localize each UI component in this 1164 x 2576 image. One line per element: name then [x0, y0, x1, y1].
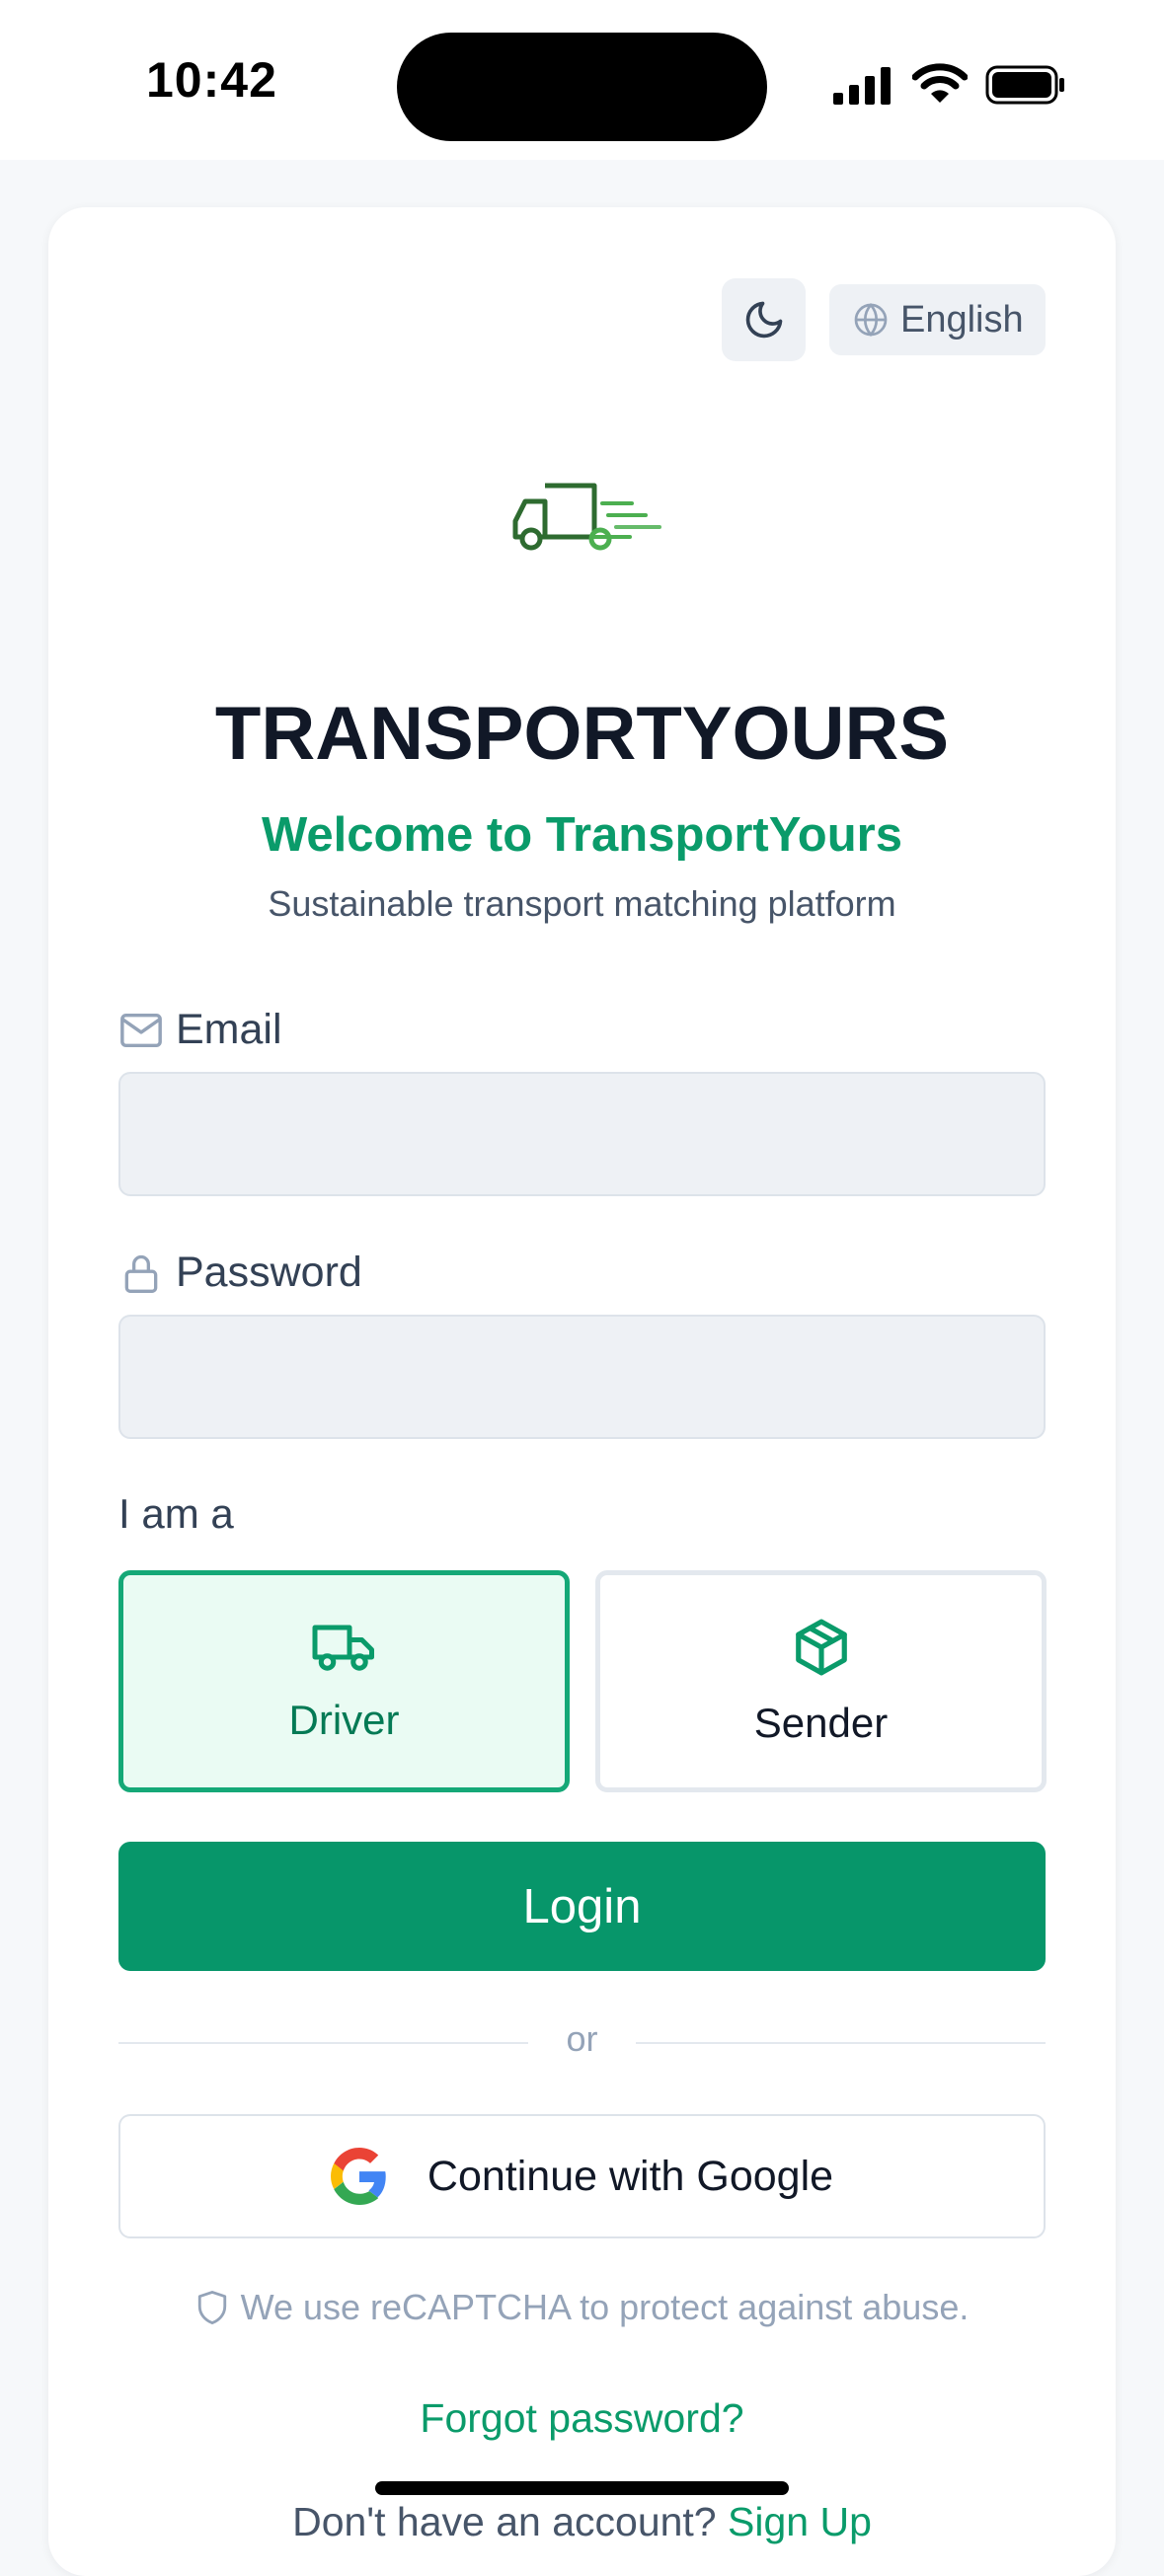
globe-icon — [854, 302, 888, 338]
welcome-heading: Welcome to TransportYours — [262, 808, 902, 862]
email-label-text: Email — [176, 1006, 282, 1053]
theme-toggle-button[interactable] — [722, 278, 806, 361]
email-label: Email — [118, 1006, 282, 1054]
dynamic-island — [397, 33, 767, 141]
password-input[interactable] — [118, 1315, 1046, 1439]
mail-icon — [120, 1013, 162, 1047]
forgot-password-link[interactable]: Forgot password? — [0, 2395, 1164, 2442]
google-signin-label: Continue with Google — [427, 2152, 834, 2200]
battery-icon — [985, 65, 1064, 105]
divider-or: or — [566, 2018, 598, 2059]
login-button[interactable]: Login — [118, 1842, 1046, 1971]
recaptcha-text: We use reCAPTCHA to protect against abus… — [240, 2287, 970, 2327]
tagline: Sustainable transport matching platform — [268, 883, 896, 924]
role-driver-option[interactable]: Driver — [118, 1570, 570, 1792]
divider-right — [636, 2042, 1046, 2044]
cellular-signal-icon — [833, 67, 891, 105]
home-indicator — [375, 2481, 789, 2495]
status-time: 10:42 — [146, 52, 277, 108]
role-sender-label: Sender — [753, 1699, 889, 1746]
password-label-text: Password — [176, 1249, 362, 1296]
role-sender-option[interactable]: Sender — [595, 1570, 1047, 1792]
role-label: I am a — [118, 1490, 234, 1537]
truck-icon — [312, 1625, 374, 1671]
divider-left — [118, 2042, 528, 2044]
brand-name: TRANSPORTYOURS — [214, 692, 950, 776]
language-label: English — [900, 298, 1024, 341]
wifi-icon — [912, 63, 968, 103]
password-label: Password — [118, 1249, 362, 1297]
google-signin-button[interactable]: Continue with Google — [118, 2114, 1046, 2238]
recaptcha-note: We use reCAPTCHA to protect against abus… — [0, 2287, 1164, 2328]
package-icon — [795, 1619, 847, 1675]
moon-icon — [745, 301, 782, 339]
shield-icon — [197, 2291, 226, 2324]
google-logo-icon — [330, 2148, 386, 2205]
signup-link[interactable]: Sign Up — [728, 2499, 872, 2544]
status-bar: 10:42 — [0, 0, 1164, 160]
email-input[interactable] — [118, 1072, 1046, 1196]
signup-prompt: Don't have an account? — [292, 2499, 729, 2544]
lock-icon — [124, 1254, 158, 1293]
language-selector[interactable]: English — [829, 284, 1046, 355]
role-driver-label: Driver — [288, 1696, 400, 1743]
truck-logo-icon — [512, 483, 661, 551]
